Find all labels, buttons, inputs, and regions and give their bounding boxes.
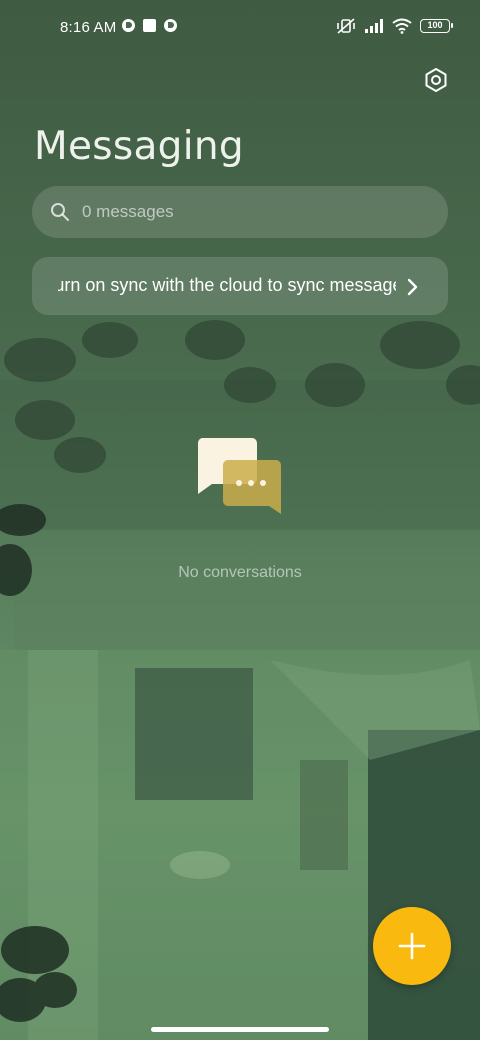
search-icon: [51, 203, 69, 221]
settings-icon: [425, 68, 447, 92]
page-title: Messaging: [34, 124, 244, 169]
settings-button[interactable]: [420, 64, 452, 96]
signal-icon: [365, 19, 383, 33]
wifi-icon: [392, 18, 412, 34]
status-bar: 8:16 AM 100: [0, 0, 480, 56]
status-notification-icons: [121, 18, 178, 33]
empty-state-text: No conversations: [178, 564, 302, 581]
plus-icon: [398, 932, 426, 960]
home-indicator[interactable]: [151, 1027, 329, 1032]
app-notification-icon: [122, 19, 135, 32]
status-time: 8:16 AM: [60, 19, 117, 36]
search-placeholder: 0 messages: [82, 202, 174, 221]
chat-bubbles-icon: [197, 438, 281, 514]
vibrate-mute-icon: [337, 18, 355, 34]
sync-banner-text: Turn on sync with the cloud to sync mess…: [58, 275, 396, 295]
app-notification-icon: [164, 19, 177, 32]
chevron-right-icon[interactable]: [406, 278, 420, 296]
sync-banner[interactable]: Turn on sync with the cloud to sync mess…: [32, 257, 448, 315]
battery-icon: 100: [420, 19, 453, 33]
square-notification-icon: [143, 19, 156, 32]
status-system-icons: 100: [336, 17, 453, 35]
search-bar[interactable]: 0 messages: [32, 186, 448, 238]
new-message-button[interactable]: [373, 907, 451, 985]
